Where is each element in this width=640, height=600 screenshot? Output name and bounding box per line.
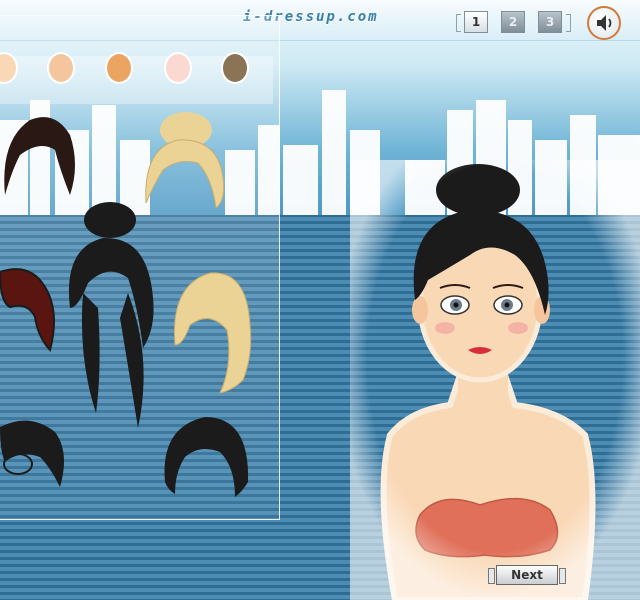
next-button[interactable]: Next — [488, 563, 566, 587]
hairstyle-black-curly-bob[interactable] — [160, 412, 250, 497]
skin-swatch-4[interactable] — [164, 52, 192, 84]
page-button-1[interactable]: 1 — [464, 11, 488, 33]
skin-swatch-3[interactable] — [105, 52, 133, 84]
next-button-label: Next — [496, 565, 558, 585]
skin-swatch-5[interactable] — [221, 52, 249, 84]
page-button-3[interactable]: 3 — [538, 11, 562, 33]
hairstyle-blonde-bob[interactable] — [165, 265, 255, 395]
doll-model — [350, 160, 640, 600]
hairstyle-black-curly-short[interactable] — [0, 412, 70, 492]
sound-toggle-button[interactable] — [587, 6, 621, 40]
hairstyle-long-black-updo[interactable] — [58, 198, 163, 433]
next-button-cap-left — [488, 568, 495, 584]
speaker-icon — [597, 15, 612, 31]
hairstyle-short-dark-brown[interactable] — [0, 110, 80, 205]
skin-swatch-2[interactable] — [47, 52, 75, 84]
hairstyle-auburn-wavy[interactable] — [0, 262, 62, 357]
page-bracket-left — [456, 14, 461, 32]
game-stage: i-dressup.com 1 2 3 Next — [0, 0, 640, 600]
page-button-2[interactable]: 2 — [501, 11, 525, 33]
next-button-cap-right — [559, 568, 566, 584]
page-bracket-right — [566, 14, 571, 32]
